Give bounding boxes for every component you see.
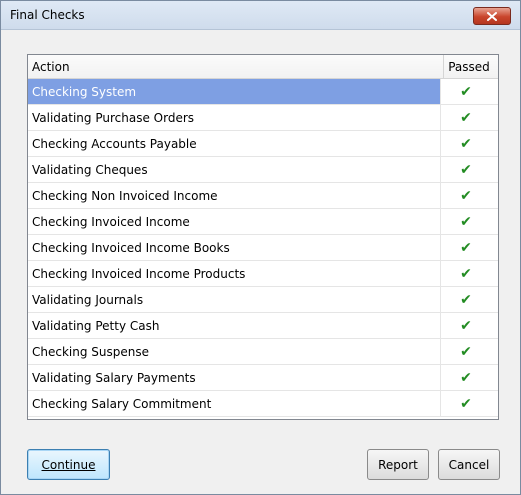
close-button[interactable]	[473, 7, 511, 25]
table-row[interactable]: Validating Journals ✔	[28, 287, 498, 313]
passed-cell: ✔	[441, 391, 491, 416]
passed-cell: ✔	[441, 365, 491, 390]
passed-cell: ✔	[441, 261, 491, 286]
table-row[interactable]: Checking Invoiced Income Products ✔	[28, 261, 498, 287]
passed-cell: ✔	[441, 157, 491, 182]
passed-cell: ✔	[441, 209, 491, 234]
action-cell: Validating Salary Payments	[28, 365, 441, 390]
passed-cell: ✔	[441, 79, 491, 104]
grid-body: Checking System ✔ Validating Purchase Orde…	[28, 79, 498, 417]
table-row[interactable]: Checking Non Invoiced Income ✔	[28, 183, 498, 209]
checkmark-icon: ✔	[460, 83, 472, 100]
close-icon	[487, 11, 497, 21]
passed-cell: ✔	[441, 339, 491, 364]
final-checks-dialog: Final Checks Action Passed Checking Syst…	[0, 0, 521, 495]
column-header-action[interactable]: Action	[28, 55, 445, 78]
table-row[interactable]: Validating Cheques ✔	[28, 157, 498, 183]
window-title: Final Checks	[10, 8, 85, 22]
table-row[interactable]: Checking Salary Commitment ✔	[28, 391, 498, 417]
checkmark-icon: ✔	[460, 369, 472, 386]
report-button[interactable]: Report	[367, 449, 429, 480]
checkmark-icon: ✔	[460, 161, 472, 178]
table-row[interactable]: Checking Invoiced Income Books ✔	[28, 235, 498, 261]
passed-cell: ✔	[441, 287, 491, 312]
continue-button[interactable]: Continue	[27, 449, 110, 480]
checkmark-icon: ✔	[460, 213, 472, 230]
checkmark-icon: ✔	[460, 317, 472, 334]
table-row[interactable]: Checking Accounts Payable ✔	[28, 131, 498, 157]
title-bar[interactable]: Final Checks	[1, 1, 520, 30]
passed-cell: ✔	[441, 313, 491, 338]
action-cell: Checking Accounts Payable	[28, 131, 441, 156]
action-cell: Checking Invoiced Income Products	[28, 261, 441, 286]
action-cell: Checking Salary Commitment	[28, 391, 441, 416]
action-cell: Checking Non Invoiced Income	[28, 183, 441, 208]
table-row[interactable]: Checking System ✔	[28, 79, 498, 105]
table-row[interactable]: Checking Invoiced Income ✔	[28, 209, 498, 235]
table-row[interactable]: Validating Salary Payments ✔	[28, 365, 498, 391]
passed-cell: ✔	[441, 131, 491, 156]
checkmark-icon: ✔	[460, 109, 472, 126]
grid-header: Action Passed	[28, 55, 498, 79]
checkmark-icon: ✔	[460, 187, 472, 204]
passed-cell: ✔	[441, 183, 491, 208]
column-header-passed[interactable]: Passed	[444, 55, 498, 78]
table-row[interactable]: Validating Petty Cash ✔	[28, 313, 498, 339]
action-cell: Checking Invoiced Income	[28, 209, 441, 234]
checkmark-icon: ✔	[460, 239, 472, 256]
action-cell: Checking Suspense	[28, 339, 441, 364]
checkmark-icon: ✔	[460, 291, 472, 308]
checkmark-icon: ✔	[460, 265, 472, 282]
checkmark-icon: ✔	[460, 343, 472, 360]
cancel-button[interactable]: Cancel	[438, 449, 500, 480]
continue-label: Continue	[41, 457, 96, 472]
checks-grid: Action Passed Checking System ✔ Validating…	[27, 54, 499, 420]
checkmark-icon: ✔	[460, 395, 472, 412]
action-cell: Validating Petty Cash	[28, 313, 441, 338]
action-cell: Validating Purchase Orders	[28, 105, 441, 130]
action-cell: Validating Cheques	[28, 157, 441, 182]
passed-cell: ✔	[441, 105, 491, 130]
passed-cell: ✔	[441, 235, 491, 260]
action-cell: Validating Journals	[28, 287, 441, 312]
table-row[interactable]: Checking Suspense ✔	[28, 339, 498, 365]
action-cell: Checking Invoiced Income Books	[28, 235, 441, 260]
table-row[interactable]: Validating Purchase Orders ✔	[28, 105, 498, 131]
checkmark-icon: ✔	[460, 135, 472, 152]
action-cell: Checking System	[28, 79, 441, 104]
